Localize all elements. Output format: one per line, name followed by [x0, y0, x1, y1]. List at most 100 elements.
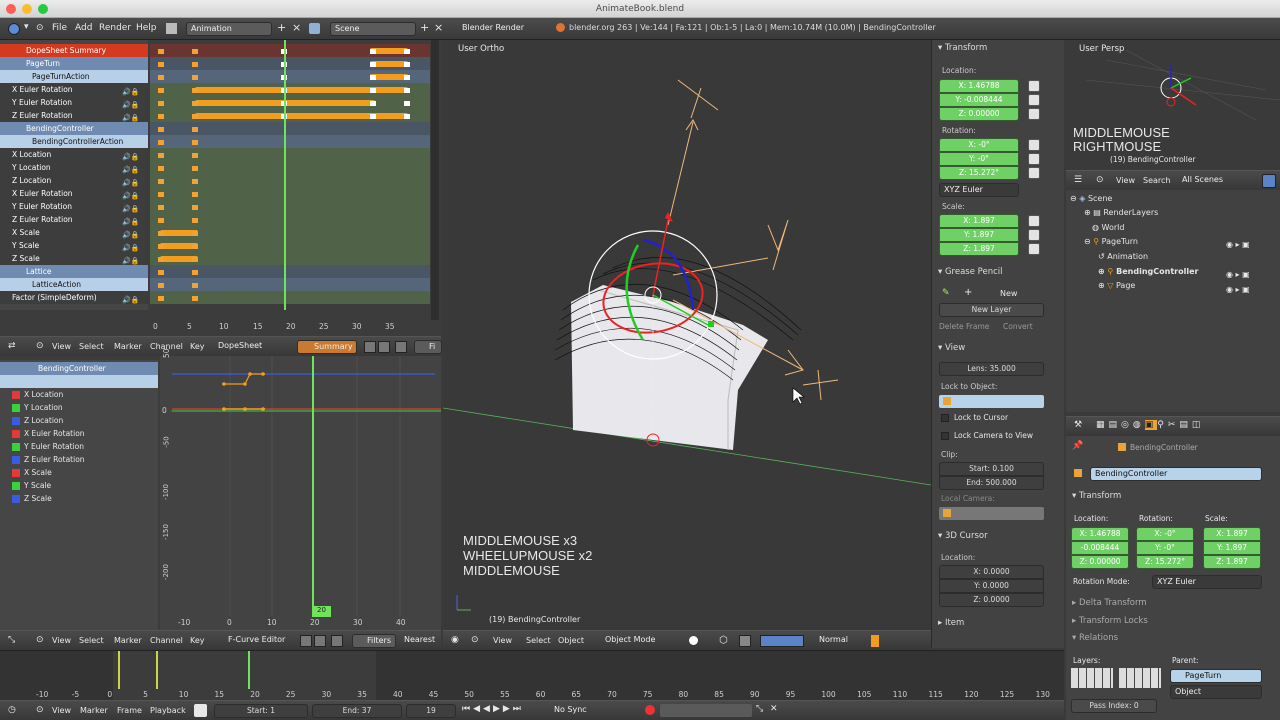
pivot-icon[interactable]: ⬡ — [719, 635, 728, 646]
add-screen-icon[interactable]: + — [277, 21, 286, 34]
current-frame-line[interactable] — [284, 40, 286, 310]
rotation-z-field[interactable]: Z: 15.272° — [1136, 555, 1194, 569]
dopesheet-mode-select[interactable]: DopeSheet — [214, 340, 290, 354]
location-x-field[interactable]: X: 1.46788 — [939, 79, 1019, 93]
view-panel-header[interactable]: ▾ View — [938, 343, 965, 353]
insert-key-icon[interactable]: ⤡ — [756, 704, 763, 714]
filter-icon[interactable] — [364, 341, 376, 353]
layers-grid[interactable] — [1119, 668, 1161, 688]
rotation-mode-select[interactable]: XYZ Euler — [939, 183, 1019, 197]
menu-view[interactable]: View — [52, 706, 71, 715]
outliner-item-pageturn[interactable]: ⊖ ⚲ PageTurn — [1084, 235, 1138, 249]
collapse-icon[interactable]: ⊙ — [36, 705, 44, 715]
layer-icon[interactable] — [871, 635, 879, 647]
start-frame-field[interactable]: Start: 1 — [214, 704, 308, 718]
location-y-field[interactable]: -0.008444 — [1071, 541, 1129, 555]
new-gpencil-button[interactable]: New — [1000, 289, 1017, 298]
rotation-x-field[interactable]: X: -0° — [1136, 527, 1194, 541]
menu-view[interactable]: View — [52, 636, 71, 645]
menu-view[interactable]: View — [493, 636, 512, 645]
transform-panel-header[interactable]: ▾ Transform — [938, 43, 987, 53]
info-editor-icon[interactable] — [8, 23, 20, 35]
filter-icon[interactable] — [300, 635, 312, 647]
graph-channel-x-location[interactable]: X Location — [0, 388, 158, 401]
channel-pageturnaction[interactable]: PageTurnAction — [0, 70, 148, 83]
outliner-item-renderlayers[interactable]: ⊕ ▤ RenderLayers — [1084, 206, 1158, 220]
editor-type-icon[interactable]: ⚒ — [1074, 420, 1082, 430]
grease-pencil-panel-header[interactable]: ▾ Grease Pencil — [938, 267, 1003, 277]
scale-x-field[interactable]: X: 1.897 — [1203, 527, 1261, 541]
lock-cursor-checkbox[interactable] — [941, 414, 949, 422]
shading-icon[interactable] — [689, 636, 698, 645]
graph-channel-z-scale[interactable]: Z Scale — [0, 492, 158, 505]
scale-z-field[interactable]: Z: 1.897 — [1203, 555, 1261, 569]
menu-render[interactable]: Render — [99, 23, 131, 33]
graph-mode-select[interactable]: F-Curve Editor — [214, 634, 294, 648]
editor-type-icon[interactable]: ◷ — [8, 705, 16, 715]
playback-controls[interactable]: ⏮◀◀▶▶⏭ — [462, 704, 524, 714]
rotation-x-field[interactable]: X: -0° — [939, 138, 1019, 152]
3d-viewport[interactable]: User Ortho MIDDLEMOUSE x3 WHEELUPMOUSE x… — [443, 40, 931, 630]
graph-channel-y-location[interactable]: Y Location — [0, 401, 158, 414]
outliner-item-animation[interactable]: ↺ Animation — [1098, 250, 1148, 264]
menu-channel[interactable]: Channel — [150, 636, 183, 645]
parent-field[interactable]: PageTurn — [1170, 669, 1262, 683]
context-tabs[interactable]: ▦▤◎◍▣⚲✂▤◫ — [1096, 420, 1204, 430]
graph-action-row[interactable] — [0, 375, 158, 388]
menu-frame[interactable]: Frame — [117, 706, 142, 715]
menu-key[interactable]: Key — [190, 342, 205, 351]
cursor-z-field[interactable]: Z: 0.0000 — [939, 593, 1044, 607]
menu-key[interactable]: Key — [190, 636, 205, 645]
chevron-down-icon[interactable]: ▾ — [24, 22, 29, 32]
lock-icon[interactable] — [1028, 80, 1040, 92]
orientation-select[interactable]: Normal — [815, 634, 865, 648]
collapse-icon[interactable]: ⊙ — [471, 635, 479, 645]
collapse-icon[interactable]: ⊙ — [36, 23, 44, 33]
add-icon[interactable]: + — [964, 287, 972, 298]
graph-channel-z-location[interactable]: Z Location — [0, 414, 158, 427]
graph-channel-x-scale[interactable]: X Scale — [0, 466, 158, 479]
lock-icon[interactable] — [1028, 108, 1040, 120]
editor-type-icon[interactable]: ☰ — [1074, 175, 1082, 185]
manipulator-icon[interactable] — [739, 635, 751, 647]
clip-end-field[interactable]: End: 500.000 — [939, 476, 1044, 490]
pass-index-field[interactable]: Pass Index: 0 — [1071, 699, 1157, 713]
cursor-y-field[interactable]: Y: 0.0000 — [939, 579, 1044, 593]
filter-icon[interactable] — [314, 635, 326, 647]
persp-viewport[interactable]: User Persp MIDDLEMOUSE RIGHTMOUSE (19) B… — [1066, 40, 1280, 168]
graph-channel-y-euler[interactable]: Y Euler Rotation — [0, 440, 158, 453]
3d-cursor-panel-header[interactable]: ▾ 3D Cursor — [938, 531, 988, 541]
menu-help[interactable]: Help — [136, 23, 157, 33]
remove-screen-icon[interactable]: × — [292, 21, 301, 34]
keying-set-field[interactable] — [660, 704, 752, 717]
cursor-x-field[interactable]: X: 0.0000 — [939, 565, 1044, 579]
editor-type-icon[interactable]: ⤡ — [8, 635, 15, 645]
rotation-y-field[interactable]: Y: -0° — [1136, 541, 1194, 555]
screen-select[interactable]: Animation — [186, 22, 272, 36]
mode-select[interactable]: Object Mode — [593, 634, 675, 648]
record-icon[interactable] — [645, 705, 655, 715]
minimize-window-button[interactable] — [22, 4, 32, 14]
render-engine-select[interactable]: Blender Render — [458, 22, 540, 36]
graph-channel-y-scale[interactable]: Y Scale — [0, 479, 158, 492]
timeline-current-frame[interactable] — [248, 651, 250, 689]
filters-toggle[interactable]: Filters — [352, 634, 396, 648]
visibility-icons[interactable]: ◉ ▸ ▣ ◉ ▸ ▣ ◉ ▸ ▣ — [1226, 237, 1250, 297]
pencil-icon[interactable]: ✎ — [942, 288, 950, 298]
menu-marker[interactable]: Marker — [114, 636, 142, 645]
layers-grid[interactable] — [1071, 668, 1113, 688]
rotation-y-field[interactable]: Y: -0° — [939, 152, 1019, 166]
dopesheet-ruler[interactable]: 0 5 10 15 20 25 30 35 — [150, 322, 430, 334]
graph-channel-z-euler[interactable]: Z Euler Rotation — [0, 453, 158, 466]
outliner-item-bendingcontroller[interactable]: ⊕ ⚲ BendingController — [1098, 265, 1198, 279]
lock-icon[interactable] — [1028, 167, 1040, 179]
lens-field[interactable]: Lens: 35.000 — [939, 362, 1044, 376]
location-z-field[interactable]: Z: 0.00000 — [939, 107, 1019, 121]
transform-manipulators[interactable] — [760, 635, 804, 647]
channel-pageturn[interactable]: PageTurn — [0, 57, 148, 70]
zoom-window-button[interactable] — [38, 4, 48, 14]
graph-object-row[interactable]: BendingController — [0, 362, 158, 375]
sync-select[interactable]: No Sync — [550, 704, 630, 718]
lock-icon[interactable] — [1028, 153, 1040, 165]
menu-add[interactable]: Add — [75, 23, 92, 33]
